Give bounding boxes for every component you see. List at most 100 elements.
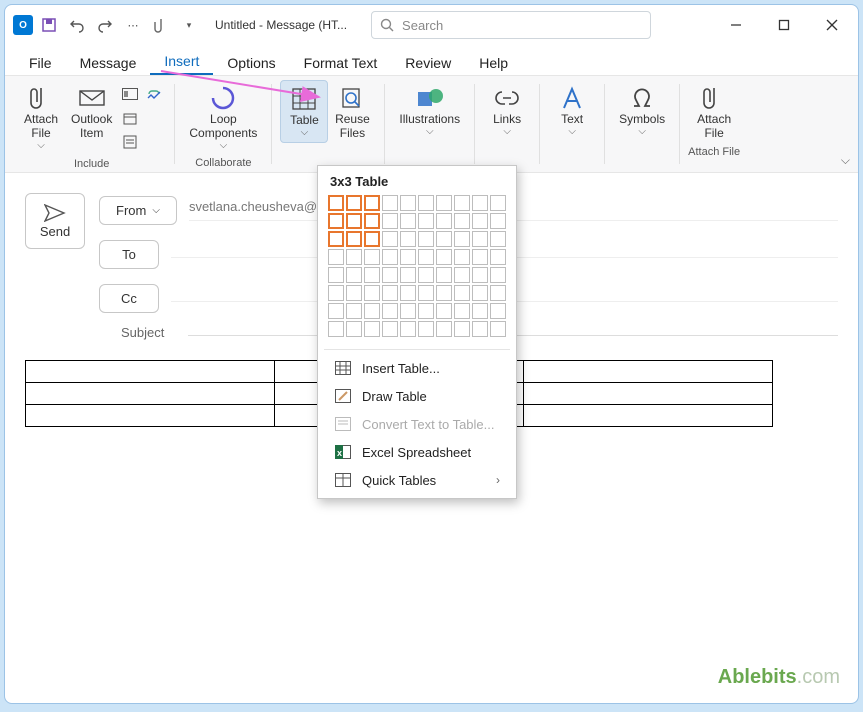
grid-cell[interactable] xyxy=(490,231,506,247)
grid-cell[interactable] xyxy=(328,285,344,301)
grid-cell[interactable] xyxy=(400,267,416,283)
grid-cell[interactable] xyxy=(400,213,416,229)
grid-cell[interactable] xyxy=(472,231,488,247)
grid-cell[interactable] xyxy=(436,267,452,283)
grid-cell[interactable] xyxy=(472,213,488,229)
grid-cell[interactable] xyxy=(382,267,398,283)
grid-cell[interactable] xyxy=(472,195,488,211)
grid-cell[interactable] xyxy=(490,249,506,265)
grid-cell[interactable] xyxy=(382,285,398,301)
cc-button[interactable]: Cc xyxy=(99,284,159,313)
grid-cell[interactable] xyxy=(472,285,488,301)
grid-cell[interactable] xyxy=(400,195,416,211)
minimize-button[interactable] xyxy=(718,11,754,39)
link-small-icon[interactable] xyxy=(144,84,164,104)
grid-cell[interactable] xyxy=(400,231,416,247)
grid-cell[interactable] xyxy=(418,195,434,211)
grid-cell[interactable] xyxy=(382,213,398,229)
grid-cell[interactable] xyxy=(454,195,470,211)
grid-cell[interactable] xyxy=(346,285,362,301)
qat-chevron-icon[interactable]: ▾ xyxy=(177,13,201,37)
table-grid-picker[interactable] xyxy=(324,195,510,345)
grid-cell[interactable] xyxy=(490,303,506,319)
loop-components-button[interactable]: Loop Components ⌵ xyxy=(183,80,263,155)
grid-cell[interactable] xyxy=(454,249,470,265)
send-button[interactable]: Send xyxy=(25,193,85,249)
grid-cell[interactable] xyxy=(436,321,452,337)
quick-tables-item[interactable]: Quick Tables › xyxy=(324,466,510,494)
grid-cell[interactable] xyxy=(490,267,506,283)
grid-cell[interactable] xyxy=(346,249,362,265)
more-icon[interactable]: ⋯ xyxy=(121,13,145,37)
grid-cell[interactable] xyxy=(418,321,434,337)
grid-cell[interactable] xyxy=(328,303,344,319)
grid-cell[interactable] xyxy=(436,195,452,211)
grid-cell[interactable] xyxy=(454,321,470,337)
maximize-button[interactable] xyxy=(766,11,802,39)
grid-cell[interactable] xyxy=(328,213,344,229)
save-icon[interactable] xyxy=(37,13,61,37)
tab-help[interactable]: Help xyxy=(465,51,522,75)
redo-icon[interactable] xyxy=(93,13,117,37)
grid-cell[interactable] xyxy=(490,213,506,229)
text-button[interactable]: Text ⌵ xyxy=(548,80,596,141)
attach-qat-icon[interactable] xyxy=(149,13,173,37)
symbols-button[interactable]: Symbols ⌵ xyxy=(613,80,671,141)
grid-cell[interactable] xyxy=(472,249,488,265)
grid-cell[interactable] xyxy=(454,267,470,283)
search-input[interactable]: Search xyxy=(371,11,651,39)
grid-cell[interactable] xyxy=(436,249,452,265)
grid-cell[interactable] xyxy=(472,321,488,337)
grid-cell[interactable] xyxy=(490,321,506,337)
close-button[interactable] xyxy=(814,11,850,39)
grid-cell[interactable] xyxy=(382,321,398,337)
grid-cell[interactable] xyxy=(364,213,380,229)
grid-cell[interactable] xyxy=(418,231,434,247)
tab-options[interactable]: Options xyxy=(213,51,289,75)
tab-format-text[interactable]: Format Text xyxy=(290,51,392,75)
ribbon-collapse-icon[interactable]: ⌵ xyxy=(841,153,850,168)
grid-cell[interactable] xyxy=(400,303,416,319)
draw-table-item[interactable]: Draw Table xyxy=(324,382,510,410)
links-button[interactable]: Links ⌵ xyxy=(483,80,531,141)
grid-cell[interactable] xyxy=(328,231,344,247)
signature-icon[interactable] xyxy=(120,132,140,152)
from-button[interactable]: From⌵ xyxy=(99,196,177,225)
tab-message[interactable]: Message xyxy=(66,51,151,75)
grid-cell[interactable] xyxy=(382,249,398,265)
grid-cell[interactable] xyxy=(364,249,380,265)
illustrations-button[interactable]: Illustrations ⌵ xyxy=(393,80,466,141)
grid-cell[interactable] xyxy=(400,321,416,337)
table-button[interactable]: Table ⌵ xyxy=(280,80,328,143)
grid-cell[interactable] xyxy=(328,267,344,283)
grid-cell[interactable] xyxy=(454,213,470,229)
grid-cell[interactable] xyxy=(364,231,380,247)
attach-file-button[interactable]: Attach File ⌵ xyxy=(17,80,65,155)
grid-cell[interactable] xyxy=(418,285,434,301)
grid-cell[interactable] xyxy=(328,195,344,211)
grid-cell[interactable] xyxy=(418,267,434,283)
grid-cell[interactable] xyxy=(472,303,488,319)
grid-cell[interactable] xyxy=(364,285,380,301)
grid-cell[interactable] xyxy=(382,231,398,247)
undo-icon[interactable] xyxy=(65,13,89,37)
grid-cell[interactable] xyxy=(382,195,398,211)
grid-cell[interactable] xyxy=(436,213,452,229)
grid-cell[interactable] xyxy=(364,267,380,283)
grid-cell[interactable] xyxy=(382,303,398,319)
to-button[interactable]: To xyxy=(99,240,159,269)
grid-cell[interactable] xyxy=(346,195,362,211)
grid-cell[interactable] xyxy=(346,267,362,283)
grid-cell[interactable] xyxy=(436,285,452,301)
grid-cell[interactable] xyxy=(454,285,470,301)
grid-cell[interactable] xyxy=(328,321,344,337)
grid-cell[interactable] xyxy=(454,231,470,247)
calendar-icon[interactable] xyxy=(120,108,140,128)
grid-cell[interactable] xyxy=(490,195,506,211)
grid-cell[interactable] xyxy=(400,285,416,301)
grid-cell[interactable] xyxy=(346,303,362,319)
insert-table-item[interactable]: Insert Table... xyxy=(324,354,510,382)
grid-cell[interactable] xyxy=(346,231,362,247)
excel-spreadsheet-item[interactable]: x Excel Spreadsheet xyxy=(324,438,510,466)
grid-cell[interactable] xyxy=(418,303,434,319)
